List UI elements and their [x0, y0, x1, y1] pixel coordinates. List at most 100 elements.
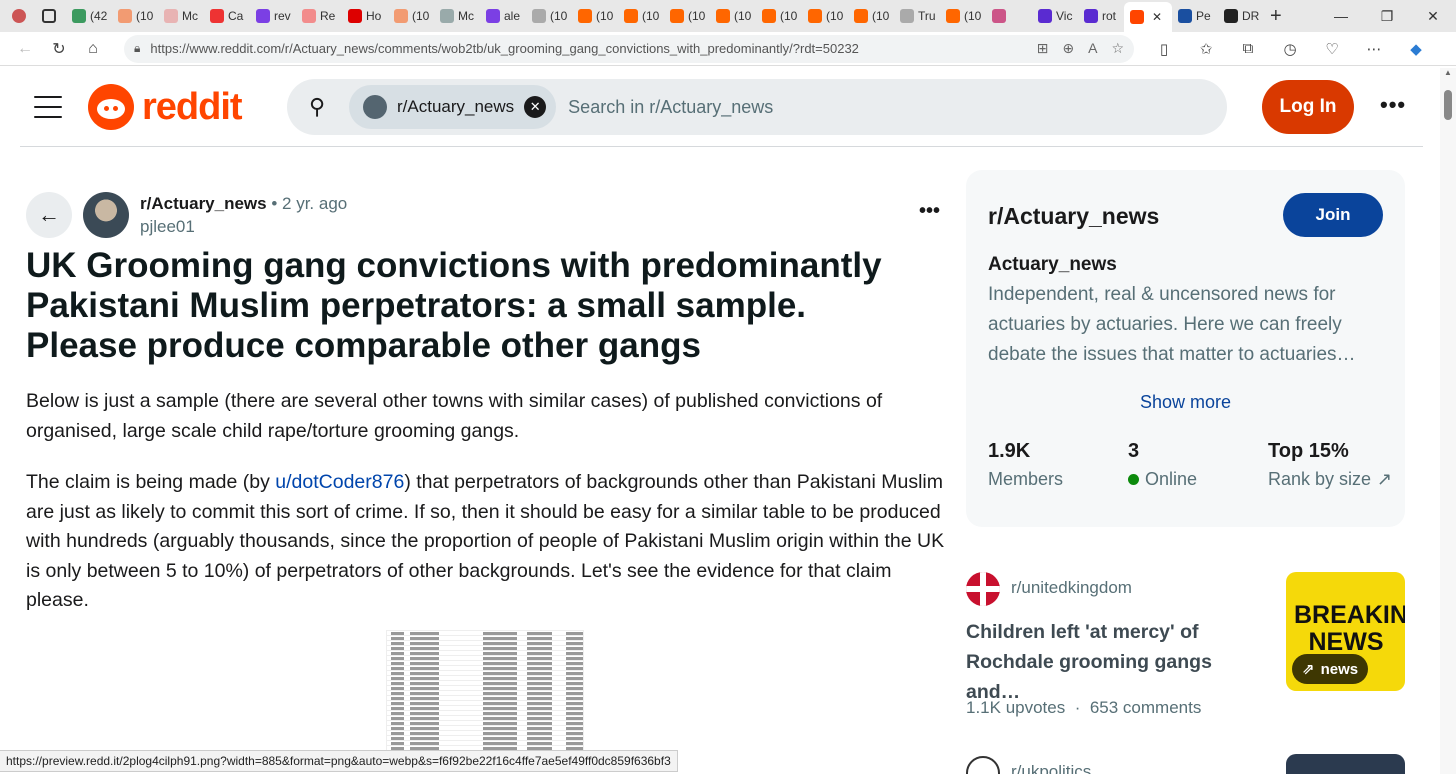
- browser-tab[interactable]: (10: [388, 3, 434, 29]
- search-input[interactable]: Search in r/Actuary_news: [568, 97, 773, 118]
- browser-tab[interactable]: (10: [664, 3, 710, 29]
- address-bar[interactable]: 🔒︎ https://www.reddit.com/r/Actuary_news…: [124, 34, 1134, 63]
- tab-label: (10: [826, 9, 844, 23]
- browser-tab[interactable]: rot: [1078, 3, 1124, 29]
- history-icon[interactable]: ◷: [1274, 35, 1306, 63]
- zoom-icon[interactable]: ⊕: [1062, 40, 1074, 57]
- browser-tab[interactable]: DR: [1218, 3, 1264, 29]
- browser-tab[interactable]: (10: [526, 3, 572, 29]
- post-author[interactable]: pjlee01: [140, 217, 195, 237]
- lock-icon[interactable]: 🔒︎: [134, 41, 140, 56]
- favorite-star-icon[interactable]: ☆: [1111, 40, 1124, 57]
- tab-label: Tru: [918, 9, 936, 23]
- related-subreddit-2[interactable]: r/ukpolitics: [1011, 762, 1091, 774]
- tab-label: Re: [320, 9, 336, 23]
- reddit-logo[interactable]: reddit: [88, 84, 243, 130]
- stat-members: 1.9K Members: [988, 440, 1064, 489]
- scroll-up-icon[interactable]: ▲: [1440, 68, 1456, 77]
- home-icon[interactable]: ⌂: [76, 34, 110, 64]
- sidebar-community-name[interactable]: r/Actuary_news: [988, 203, 1159, 230]
- restore-icon[interactable]: ❐: [1364, 0, 1410, 32]
- browser-tab[interactable]: (10: [112, 3, 158, 29]
- tab-label: (10: [780, 9, 798, 23]
- header-more-icon[interactable]: •••: [1380, 92, 1406, 118]
- hamburger-menu-icon[interactable]: [34, 96, 62, 118]
- related-title[interactable]: Children left 'at mercy' of Rochdale gro…: [966, 617, 1266, 707]
- sidebar-description-title: Actuary_news: [988, 254, 1117, 275]
- browser-tab[interactable]: (10: [802, 3, 848, 29]
- search-chip-label: r/Actuary_news: [397, 97, 515, 116]
- news-link-badge[interactable]: ⇗ news: [1292, 654, 1369, 684]
- tab-label: (10: [872, 9, 890, 23]
- tab-favicon-icon: [900, 9, 914, 23]
- collections-icon[interactable]: ⧉: [1232, 35, 1264, 63]
- related-post-2[interactable]: r/ukpolitics: [966, 752, 1406, 774]
- browser-tab[interactable]: (10: [618, 3, 664, 29]
- search-icon: ⚲: [309, 94, 326, 119]
- browser-tab[interactable]: Ho: [342, 3, 388, 29]
- user-link[interactable]: u/dotCoder876: [275, 471, 404, 493]
- refresh-icon[interactable]: ↻: [42, 34, 76, 64]
- related-subreddit[interactable]: r/unitedkingdom: [1011, 578, 1132, 598]
- browser-tab[interactable]: Mc: [434, 3, 480, 29]
- scroll-thumb[interactable]: [1444, 90, 1452, 120]
- external-link-icon[interactable]: ↗: [1377, 469, 1392, 490]
- show-more-link[interactable]: Show more: [966, 392, 1405, 413]
- split-screen-icon[interactable]: ▯: [1148, 35, 1180, 63]
- related-stats: 1.1K upvotes · 653 comments: [966, 698, 1202, 717]
- apps-icon[interactable]: ⊞: [1037, 40, 1049, 57]
- reddit-header: reddit ⚲ r/Actuary_news ✕ Search in r/Ac…: [0, 68, 1440, 146]
- stat-online: 3 Online: [1128, 440, 1198, 489]
- browser-tab[interactable]: Vic: [1032, 3, 1078, 29]
- minimize-icon[interactable]: —: [1318, 0, 1364, 32]
- copilot-icon[interactable]: ◆: [1400, 35, 1432, 63]
- browser-tab[interactable]: rev: [250, 3, 296, 29]
- browser-tab[interactable]: (10: [572, 3, 618, 29]
- browser-tab[interactable]: [986, 3, 1032, 29]
- avatar[interactable]: [83, 192, 129, 238]
- browser-tab[interactable]: (10: [848, 3, 894, 29]
- login-button[interactable]: Log In: [1262, 80, 1354, 134]
- browser-tab[interactable]: ale: [480, 3, 526, 29]
- tab-label: (10: [688, 9, 706, 23]
- profile-icon[interactable]: [6, 3, 36, 29]
- vertical-scrollbar[interactable]: ▲: [1440, 68, 1456, 774]
- related-thumbnail[interactable]: BREAKING NEWS ⇗news: [1286, 572, 1405, 691]
- tab-label: Vic: [1056, 9, 1073, 23]
- browser-tab[interactable]: Mc: [158, 3, 204, 29]
- url-text[interactable]: https://www.reddit.com/r/Actuary_news/co…: [150, 41, 1026, 56]
- tab-label: Ca: [228, 9, 244, 23]
- tab-label: ale: [504, 9, 521, 23]
- tab-favicon-icon: [992, 9, 1006, 23]
- new-tab-button[interactable]: +: [1264, 3, 1294, 29]
- post-age: • 2 yr. ago: [271, 194, 348, 213]
- browser-tab[interactable]: (10: [710, 3, 756, 29]
- favorites-icon[interactable]: ✩: [1190, 35, 1222, 63]
- settings-more-icon[interactable]: ⋯: [1358, 35, 1390, 63]
- close-window-icon[interactable]: ✕: [1410, 0, 1456, 32]
- browser-tab[interactable]: Tru: [894, 3, 940, 29]
- related-thumbnail-2[interactable]: [1286, 754, 1405, 774]
- browser-tab[interactable]: ✕: [1124, 2, 1172, 32]
- tab-favicon-icon: [440, 9, 454, 23]
- tab-label: DR: [1242, 9, 1260, 23]
- search-scope-chip[interactable]: r/Actuary_news ✕: [349, 85, 557, 129]
- browser-tab[interactable]: Pe: [1172, 3, 1218, 29]
- post-table-image[interactable]: [386, 630, 584, 770]
- back-arrow-icon[interactable]: ←: [26, 192, 72, 238]
- close-tab-icon[interactable]: ✕: [1152, 10, 1162, 24]
- read-aloud-icon[interactable]: A: [1088, 40, 1097, 57]
- back-nav-icon[interactable]: ←: [8, 34, 42, 64]
- browser-tab[interactable]: Ca: [204, 3, 250, 29]
- post-more-icon[interactable]: •••: [919, 200, 940, 223]
- browser-tab[interactable]: (10: [756, 3, 802, 29]
- browser-tab[interactable]: Re: [296, 3, 342, 29]
- browser-tab[interactable]: (42: [66, 3, 112, 29]
- browser-tab[interactable]: (10: [940, 3, 986, 29]
- clear-chip-icon[interactable]: ✕: [524, 96, 547, 118]
- performance-icon[interactable]: ♡: [1316, 35, 1348, 63]
- search-bar[interactable]: ⚲ r/Actuary_news ✕ Search in r/Actuary_n…: [287, 79, 1227, 135]
- tab-actions-icon[interactable]: [36, 3, 66, 29]
- join-button[interactable]: Join: [1283, 193, 1383, 237]
- post-subreddit-link[interactable]: r/Actuary_news: [140, 194, 267, 213]
